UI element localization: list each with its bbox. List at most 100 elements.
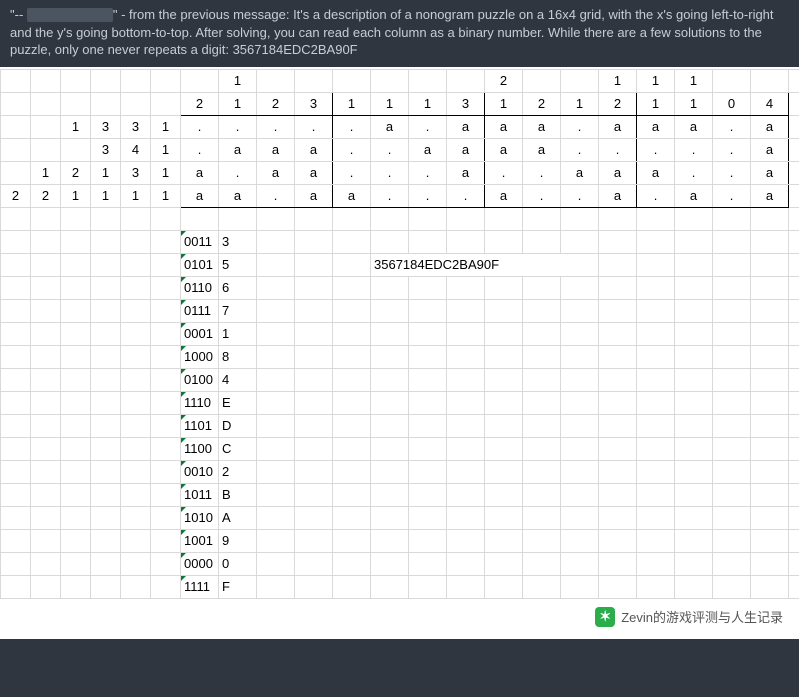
blank [257, 230, 295, 253]
grid-cell: . [713, 115, 751, 138]
grid-cell: a [295, 184, 333, 207]
blank [91, 460, 121, 483]
quote-prefix: "-- [10, 7, 27, 22]
hex-value: F [219, 575, 257, 598]
col-clue-top [181, 69, 219, 92]
grid-cell: . [637, 138, 675, 161]
blank [295, 207, 333, 230]
row-clue [1, 138, 31, 161]
blank [257, 299, 295, 322]
blank [121, 414, 151, 437]
blank [447, 483, 485, 506]
blank [409, 414, 447, 437]
col-clue-bottom: 0 [713, 92, 751, 115]
grid-cell: a [447, 138, 485, 161]
blank [151, 368, 181, 391]
blank [447, 299, 485, 322]
blank [151, 230, 181, 253]
clue-blank [121, 92, 151, 115]
blank [599, 483, 637, 506]
grid-cell: . [675, 161, 713, 184]
grid-cell: . [447, 184, 485, 207]
blank [523, 529, 561, 552]
blank [561, 391, 599, 414]
blank [675, 460, 713, 483]
blank [257, 506, 295, 529]
blank [91, 230, 121, 253]
blank [121, 368, 151, 391]
blank [333, 322, 371, 345]
blank [295, 253, 333, 276]
clue-blank [31, 92, 61, 115]
grid-cell: a [295, 138, 333, 161]
blank [91, 575, 121, 598]
grid-cell: a [485, 115, 523, 138]
blank [257, 391, 295, 414]
col-clue-bottom: 3 [447, 92, 485, 115]
blank [485, 230, 523, 253]
blank [371, 345, 409, 368]
blank [31, 299, 61, 322]
wechat-icon: ✶ [595, 607, 615, 627]
grid-cell: . [637, 184, 675, 207]
blank [637, 207, 675, 230]
blank [561, 506, 599, 529]
blank [523, 207, 561, 230]
blank [751, 368, 789, 391]
blank [333, 529, 371, 552]
blank [295, 552, 333, 575]
blank [561, 483, 599, 506]
col-clue-top [713, 69, 751, 92]
blank [295, 506, 333, 529]
grid-cell: a [561, 161, 599, 184]
blank [751, 391, 789, 414]
blank [91, 506, 121, 529]
blank [485, 345, 523, 368]
blank [91, 483, 121, 506]
blank [31, 529, 61, 552]
blank [751, 437, 789, 460]
blank [1, 345, 31, 368]
grid-cell: . [561, 115, 599, 138]
blank [1, 276, 31, 299]
blank [121, 483, 151, 506]
grid-cell: a [447, 161, 485, 184]
row-clue [31, 115, 61, 138]
hex-value: 6 [219, 276, 257, 299]
blank [61, 230, 91, 253]
blank [447, 230, 485, 253]
clue-blank [91, 69, 121, 92]
blank [523, 391, 561, 414]
blank [151, 345, 181, 368]
blank [447, 414, 485, 437]
blank [675, 345, 713, 368]
blank [121, 529, 151, 552]
hex-value: 9 [219, 529, 257, 552]
hex-value: 8 [219, 345, 257, 368]
blank [1, 529, 31, 552]
row-clue [1, 161, 31, 184]
blank [637, 506, 675, 529]
grid-cell: . [713, 161, 751, 184]
blank [371, 299, 409, 322]
col-clue-top [333, 69, 371, 92]
grid-cell: . [371, 138, 409, 161]
blank [713, 437, 751, 460]
hex-value: D [219, 414, 257, 437]
grid-cell: . [409, 161, 447, 184]
grid-cell: . [333, 161, 371, 184]
grid-cell: a [599, 161, 637, 184]
blank [523, 230, 561, 253]
blank [789, 184, 799, 207]
blank [637, 368, 675, 391]
grid-cell: . [523, 184, 561, 207]
binary-value: 0100 [181, 368, 219, 391]
grid-cell: a [751, 138, 789, 161]
grid-cell: . [181, 115, 219, 138]
grid-cell: . [523, 161, 561, 184]
blank [371, 460, 409, 483]
row-clue [61, 138, 91, 161]
blank [295, 483, 333, 506]
hex-value: 4 [219, 368, 257, 391]
blank [371, 230, 409, 253]
